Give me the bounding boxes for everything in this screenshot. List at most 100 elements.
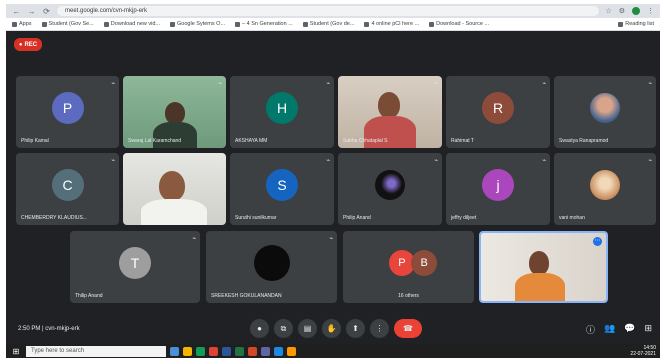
video-feed (123, 153, 226, 225)
participant-tile[interactable]: ⌁ Swaraj Lal Karamchand (123, 76, 226, 148)
participant-name: Suruthi sunilkumar (235, 215, 277, 221)
recording-badge[interactable]: ● REC (14, 38, 42, 51)
bookmark[interactable]: – 4 Sn Generation ... (235, 21, 293, 27)
participant-name: Swastya Ranapramod (559, 138, 609, 144)
taskbar-search[interactable]: Type here to search (26, 345, 166, 357)
address-bar[interactable]: meet.google.com/cvn-mkjp-erk (57, 6, 600, 16)
participant-tile[interactable]: ⌁ (123, 153, 226, 225)
people-icon[interactable]: 👥 (604, 323, 615, 336)
menu-icon[interactable]: ⋮ (647, 7, 654, 15)
participant-name: Sabha Chhataplal S (343, 138, 388, 144)
mic-icon[interactable]: ● (250, 319, 269, 338)
participant-name: CHEMBERDRY KLAUDIUS... (21, 215, 87, 221)
bookmark-icon (235, 21, 241, 27)
excel-icon[interactable] (235, 346, 244, 356)
vlc-icon[interactable] (287, 346, 296, 356)
participant-name: SREEKESH GOKULANANDAN (211, 293, 282, 299)
camera-icon[interactable]: ⧉ (274, 319, 293, 338)
participant-name: Swaraj Lal Karamchand (128, 138, 182, 144)
avatar: C (51, 168, 84, 201)
file-explorer-icon[interactable] (183, 346, 192, 356)
participant-name: Rahimat T (451, 138, 474, 144)
windows-taskbar: ⊞ Type here to search 14:50 22-07-2021 (6, 344, 660, 358)
profile-avatar[interactable] (632, 7, 640, 15)
powerpoint-icon[interactable] (248, 346, 257, 356)
profile-photo (590, 92, 620, 123)
participant-tile[interactable]: C ⌁ CHEMBERDRY KLAUDIUS... (16, 153, 119, 225)
captions-icon[interactable]: ▤ (298, 319, 317, 338)
task-view-icon[interactable] (170, 346, 179, 356)
mic-muted-icon: ⌁ (329, 236, 333, 242)
mic-muted-icon: ⌁ (218, 158, 222, 164)
chat-icon[interactable]: 💬 (624, 323, 635, 336)
teams-icon[interactable] (261, 346, 270, 356)
mic-muted-icon: ⌁ (326, 158, 330, 164)
bookmark-icon (41, 21, 47, 27)
avatar: P (51, 91, 84, 124)
participants-overflow-tile[interactable]: P B 16 others (343, 231, 474, 303)
participant-tile[interactable]: ⌁ Sabha Chhataplal S (338, 76, 442, 148)
forward-icon[interactable]: → (27, 7, 36, 16)
side-panel-controls: ⓘ 👥 💬 ⊞ (586, 323, 652, 336)
mic-muted-icon: ⌁ (542, 158, 546, 164)
participant-name: Philip Anand (343, 215, 371, 221)
raise-hand-icon[interactable]: ✋ (322, 319, 341, 338)
avatar: T (119, 246, 151, 279)
participant-tile[interactable]: ⌁ Philip Anand (338, 153, 442, 225)
participant-tile[interactable]: S ⌁ Suruthi sunilkumar (230, 153, 334, 225)
star-icon[interactable]: ☆ (605, 7, 611, 15)
participant-tile[interactable]: ⌁ vani mohan (554, 153, 656, 225)
meeting-details-icon[interactable]: ⓘ (586, 323, 595, 336)
screen: ← → ⟳ meet.google.com/cvn-mkjp-erk ☆ ⚙ ⋮… (6, 4, 660, 354)
windows-start-icon[interactable]: ⊞ (10, 347, 22, 356)
word-icon[interactable] (222, 346, 231, 356)
record-dot-icon: ● (18, 41, 23, 48)
participant-tile[interactable]: ⋯ (479, 231, 608, 303)
profile-photo (590, 169, 620, 200)
extensions-icon[interactable]: ⚙ (619, 7, 625, 15)
bookmark-apps[interactable]: Apps (12, 21, 32, 27)
bookmark[interactable]: 4 online pCl here ... (364, 21, 419, 27)
edge-icon[interactable] (274, 346, 283, 356)
reading-list[interactable]: Reading list (618, 21, 654, 27)
mic-muted-icon: ⌁ (218, 81, 222, 87)
participant-tile[interactable]: ⌁ SREEKESH GOKULANANDAN (206, 231, 337, 303)
more-icon[interactable]: ⋮ (370, 319, 389, 338)
participant-name: Thilip Anand (75, 293, 103, 299)
system-clock[interactable]: 14:50 22-07-2021 (630, 345, 656, 357)
end-call-icon[interactable]: ☎ (394, 319, 422, 338)
bookmark[interactable]: Google Sytems O... (170, 21, 225, 27)
avatar: H (266, 91, 298, 124)
video-feed (481, 233, 606, 301)
bookmark[interactable]: Download - Source ... (429, 21, 489, 27)
back-icon[interactable]: ← (12, 7, 21, 16)
participant-tile[interactable]: H ⌁ AKSHAYA MM (230, 76, 334, 148)
participant-tile[interactable]: j ⌁ jeffry diljeet (446, 153, 550, 225)
avatar: B (411, 249, 438, 276)
participant-tile[interactable]: P ⌁ Philip Kamal (16, 76, 119, 148)
bookmark[interactable]: Student (Gov Se... (41, 21, 94, 27)
mic-muted-icon: ⌁ (111, 158, 115, 164)
present-icon[interactable]: ⬆ (346, 319, 365, 338)
bookmark[interactable]: Student (Gov de... (302, 21, 354, 27)
browser-toolbar: ← → ⟳ meet.google.com/cvn-mkjp-erk ☆ ⚙ ⋮ (6, 4, 660, 18)
mic-muted-icon: ⌁ (648, 158, 652, 164)
bookmark-icon (364, 21, 370, 27)
activities-icon[interactable]: ⊞ (644, 323, 652, 336)
app-icon[interactable] (209, 346, 218, 356)
bookmarks-bar: Apps Student (Gov Se... Download new vid… (6, 18, 660, 31)
participant-tile[interactable]: T ⌁ Thilip Anand (70, 231, 200, 303)
reload-icon[interactable]: ⟳ (42, 7, 51, 16)
mic-muted-icon: ⌁ (326, 81, 330, 87)
chrome-icon[interactable] (196, 346, 205, 356)
participant-name: 16 others (398, 293, 419, 299)
bookmark[interactable]: Download new vid... (103, 21, 160, 27)
participant-tile[interactable]: ⌁ Swastya Ranapramod (554, 76, 656, 148)
participant-tile[interactable]: R ⌁ Rahimat T (446, 76, 550, 148)
speaking-indicator-icon: ⋯ (593, 237, 602, 246)
mic-muted-icon: ⌁ (648, 81, 652, 87)
bookmark-icon (170, 21, 176, 27)
mic-muted-icon: ⌁ (542, 81, 546, 87)
participant-name: jeffry diljeet (451, 215, 477, 221)
avatar: S (266, 168, 298, 201)
